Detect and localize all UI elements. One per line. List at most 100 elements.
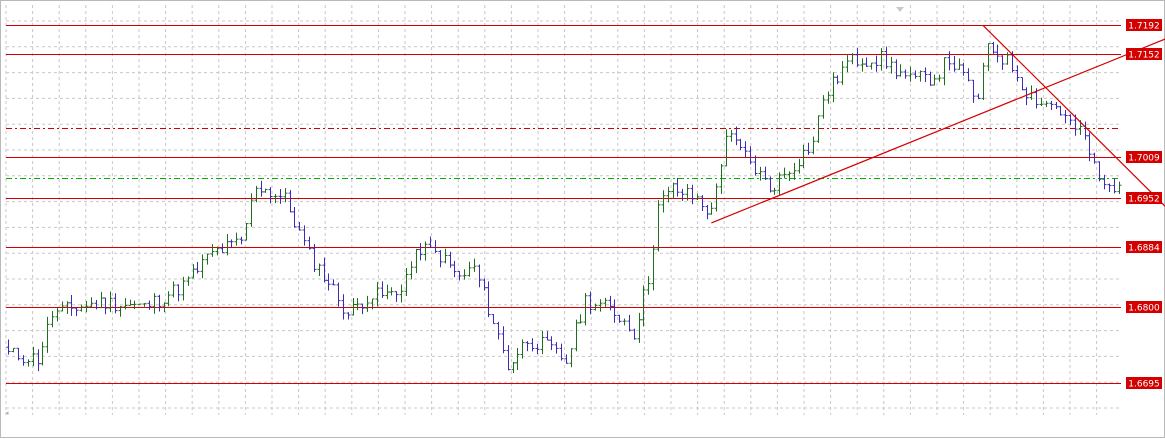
ohlc-bar	[835, 75, 840, 85]
ohlc-bar	[128, 299, 133, 307]
ohlc-bar	[923, 67, 928, 82]
price-tag-label: 1.7152	[1128, 51, 1160, 61]
ohlc-bar	[535, 344, 540, 355]
ohlc-bar	[608, 295, 613, 311]
ohlc-bar	[511, 362, 516, 374]
ohlc-bar	[932, 74, 937, 86]
ohlc-bar	[627, 314, 632, 332]
ohlc-bar	[734, 126, 739, 146]
ohlc-bar	[268, 187, 273, 204]
ohlc-bar	[171, 281, 176, 298]
ohlc-bar	[1063, 110, 1068, 124]
price-tag: 1.6952	[1126, 192, 1162, 205]
ohlc-bar	[438, 250, 443, 268]
ohlc-bar	[157, 294, 162, 312]
ohlc-bar	[389, 287, 394, 296]
ohlc-bar	[225, 234, 230, 256]
scroll-marker-icon[interactable]	[896, 7, 904, 12]
ohlc-bar	[283, 188, 288, 203]
ohlc-bar	[995, 44, 1000, 63]
ohlc-bar	[6, 339, 11, 355]
ohlc-bar	[1054, 101, 1059, 110]
ohlc-bar	[186, 276, 191, 286]
ohlc-bar	[656, 200, 661, 252]
ohlc-bar	[545, 331, 550, 341]
chart-markers: ◂	[5, 7, 904, 417]
ohlc-bar	[971, 79, 976, 103]
ohlc-bar	[792, 163, 797, 180]
ohlc-bar	[1044, 100, 1049, 108]
price-tag-label: 1.6695	[1128, 380, 1160, 390]
ohlc-bar	[637, 312, 642, 343]
ohlc-bar	[651, 245, 656, 291]
ohlc-bar	[1102, 174, 1107, 190]
ohlc-bar	[278, 188, 283, 204]
ohlc-bar	[292, 206, 297, 228]
ohlc-bar	[45, 316, 50, 353]
corner-marker-icon: ◂	[5, 409, 9, 417]
ohlc-bar	[69, 294, 74, 316]
ohlc-bar	[166, 291, 171, 307]
ohlc-bar	[952, 56, 957, 72]
ohlc-bar	[612, 299, 617, 323]
ohlc-bar	[520, 339, 525, 359]
ohlc-bar	[603, 297, 608, 307]
ohlc-bar	[569, 348, 574, 368]
ohlc-bar	[549, 336, 554, 351]
price-tag-label: 1.7192	[1128, 22, 1160, 32]
ohlc-bar	[729, 130, 734, 142]
ohlc-bar	[598, 299, 603, 312]
ohlc-bar	[860, 58, 865, 72]
ohlc-bar	[1015, 65, 1020, 82]
ohlc-bar	[831, 72, 836, 103]
ohlc-bar	[782, 167, 787, 179]
chart-frame[interactable]: 1.7192 1.7152 1.7009 1.6952 1.6884 1.6800 1.66…	[0, 0, 1165, 438]
ohlc-bar	[957, 58, 962, 70]
ohlc-bar	[394, 291, 399, 302]
ohlc-bar	[346, 312, 351, 320]
ohlc-bar	[220, 243, 225, 254]
ohlc-bar	[472, 258, 477, 272]
ohlc-bar	[317, 263, 322, 277]
ohlc-bar	[1107, 183, 1112, 193]
ohlc-bar	[961, 62, 966, 76]
ohlc-bar	[409, 261, 414, 280]
ohlc-bar	[355, 298, 360, 311]
ohlc-bar	[336, 282, 341, 307]
ohlc-bar	[816, 115, 821, 143]
ohlc-bar	[743, 141, 748, 158]
ohlc-bar	[1000, 55, 1005, 70]
ohlc-bar	[365, 295, 370, 312]
ohlc-bar	[263, 188, 268, 193]
ohlc-bar	[801, 144, 806, 169]
ohlc-bar	[588, 291, 593, 315]
falling-trendline[interactable]	[982, 24, 1165, 406]
price-chart[interactable]: 1.7192 1.7152 1.7009 1.6952 1.6884 1.6800 1.66…	[1, 1, 1165, 439]
ohlc-bar	[700, 195, 705, 211]
ohlc-bar	[908, 66, 913, 82]
ohlc-bar	[40, 341, 45, 366]
ohlc-bar	[724, 129, 729, 167]
ohlc-bar	[864, 57, 869, 67]
ohlc-bar	[326, 273, 331, 291]
ohlc-bar	[753, 155, 758, 176]
ohlc-bar	[937, 74, 942, 82]
price-tag: 1.6884	[1126, 241, 1162, 254]
ohlc-bar	[486, 281, 491, 318]
ohlc-bar	[942, 57, 947, 86]
price-tags: 1.7192 1.7152 1.7009 1.6952 1.6884 1.6800 1.66…	[1126, 19, 1162, 390]
ohlc-bar	[889, 56, 894, 74]
trendlines[interactable]	[711, 11, 1165, 406]
ohlc-bar	[482, 278, 487, 291]
ohlc-bar	[443, 248, 448, 264]
ohlc-bar	[991, 41, 996, 54]
ohlc-bar	[695, 193, 700, 200]
ohlc-bar	[666, 186, 671, 203]
price-tag-label: 1.6800	[1128, 304, 1160, 314]
ohlc-bar	[181, 276, 186, 301]
ohlc-bar	[210, 244, 215, 257]
ohlc-bar	[903, 69, 908, 79]
ohlc-bar	[331, 279, 336, 286]
ohlc-bar	[797, 158, 802, 174]
ohlc-bar	[1112, 178, 1117, 194]
